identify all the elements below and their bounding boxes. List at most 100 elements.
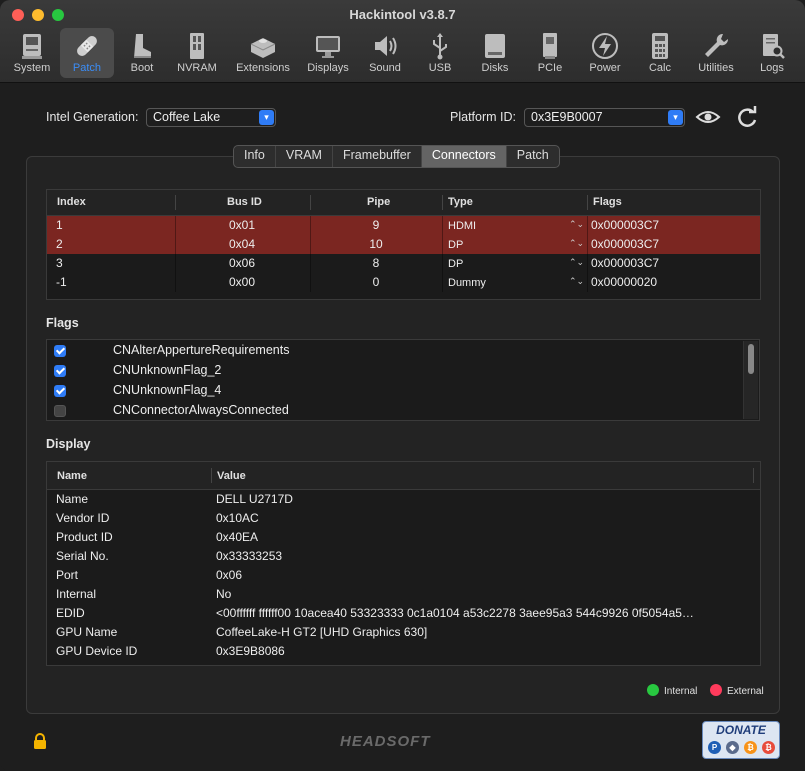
- tab-vram[interactable]: VRAM: [276, 146, 333, 167]
- up-down-arrows-icon[interactable]: ⌃⌄: [569, 219, 584, 230]
- flags-list: CNAlterAppertureRequirements CNUnknownFla…: [46, 339, 760, 421]
- toolbar-extensions[interactable]: Extensions: [233, 28, 293, 78]
- cell-type[interactable]: Dummy: [448, 277, 486, 289]
- intel-generation-value: Coffee Lake: [153, 110, 221, 124]
- cell-index: -1: [56, 275, 67, 289]
- table-row[interactable]: Serial No. 0x33333253: [47, 547, 747, 566]
- power-bolt-icon: [592, 33, 618, 59]
- table-row[interactable]: 3 0x06 8 DP ⌃⌄ 0x000003C7: [47, 254, 760, 273]
- toolbar-logs[interactable]: Logs: [745, 28, 799, 78]
- flags-section-title: Flags: [46, 316, 79, 330]
- flags-scrollbar[interactable]: [743, 341, 758, 419]
- list-item: CNConnectorAlwaysConnected: [47, 401, 747, 421]
- column-header-pipe[interactable]: Pipe: [367, 196, 390, 208]
- connectors-table: Index Bus ID Pipe Type Flags 1 0x01 9 HDMI ⌃…: [46, 189, 761, 300]
- toolbar-patch[interactable]: Patch: [60, 28, 114, 78]
- toolbar-displays[interactable]: Displays: [301, 28, 355, 78]
- lock-icon[interactable]: [32, 733, 48, 749]
- cell-flags: 0x000003C7: [591, 218, 660, 232]
- column-header-value[interactable]: Value: [217, 470, 246, 482]
- toolbar-usb[interactable]: USB: [413, 28, 467, 78]
- table-row[interactable]: 2 0x04 10 DP ⌃⌄ 0x000003C7: [47, 235, 760, 254]
- table-row[interactable]: Name DELL U2717D: [47, 490, 747, 509]
- table-row[interactable]: Internal No: [47, 585, 747, 604]
- calculator-icon: [652, 33, 668, 59]
- up-down-arrows-icon[interactable]: ⌃⌄: [569, 276, 584, 287]
- tab-connectors[interactable]: Connectors: [421, 146, 507, 167]
- bandage-icon: [77, 36, 97, 56]
- table-row[interactable]: Product ID 0x40EA: [47, 528, 747, 547]
- list-item: CNAlterAppertureRequirements: [47, 341, 747, 361]
- cell-flags: 0x000003C7: [591, 256, 660, 270]
- toolbar-boot-label: Boot: [130, 62, 154, 74]
- titlebar: Hackintool v3.8.7 System Patch Boot NVRA…: [0, 0, 805, 83]
- cell-bus-id: 0x06: [229, 256, 256, 270]
- refresh-icon[interactable]: [733, 104, 759, 130]
- flag-label: CNAlterAppertureRequirements: [113, 343, 290, 357]
- log-search-icon: [763, 34, 785, 59]
- toolbar-usb-label: USB: [428, 62, 452, 74]
- ethereum-icon: ◆: [726, 741, 739, 754]
- display-field-value: 0x40EA: [216, 530, 259, 544]
- column-header-type[interactable]: Type: [448, 196, 473, 208]
- disk-icon: [485, 34, 505, 58]
- toolbar-boot[interactable]: Boot: [115, 28, 169, 78]
- table-row[interactable]: Port 0x06: [47, 566, 747, 585]
- other-crypto-icon: ₿: [762, 741, 775, 754]
- toolbar-nvram-label: NVRAM: [177, 62, 217, 74]
- display-field-name: Vendor ID: [56, 511, 110, 525]
- cell-type[interactable]: HDMI: [448, 220, 476, 232]
- paypal-icon: P: [708, 741, 721, 754]
- display-table-header: Name Value: [47, 462, 760, 490]
- toolbar-calc-label: Calc: [648, 62, 671, 74]
- up-down-arrows-icon[interactable]: ⌃⌄: [569, 257, 584, 268]
- display-field-value: 0x10AC: [216, 511, 259, 525]
- toolbar-power[interactable]: Power: [578, 28, 632, 78]
- up-down-arrows-icon[interactable]: ⌃⌄: [569, 238, 584, 249]
- flag-checkbox[interactable]: [54, 405, 66, 417]
- donate-button[interactable]: DONATE P ◆ ₿ ₿: [702, 721, 780, 759]
- table-row[interactable]: Vendor ID 0x10AC: [47, 509, 747, 528]
- scrollbar-thumb[interactable]: [748, 344, 754, 374]
- toolbar-sound[interactable]: Sound: [358, 28, 412, 78]
- tab-info[interactable]: Info: [234, 146, 276, 167]
- cell-bus-id: 0x00: [229, 275, 256, 289]
- toolbar-nvram[interactable]: NVRAM: [170, 28, 224, 78]
- display-field-name: Name: [56, 492, 89, 506]
- table-row[interactable]: GPU Name CoffeeLake-H GT2 [UHD Graphics 6…: [47, 623, 747, 642]
- toolbar-utilities[interactable]: Utilities: [688, 28, 744, 78]
- intel-generation-select[interactable]: Coffee Lake ▾: [146, 108, 276, 127]
- toolbar-pcie[interactable]: PCIe: [523, 28, 577, 78]
- toolbar-system[interactable]: System: [5, 28, 59, 78]
- eye-icon[interactable]: [695, 109, 721, 125]
- table-row[interactable]: -1 0x00 0 Dummy ⌃⌄ 0x00000020: [47, 273, 760, 292]
- tab-patch[interactable]: Patch: [507, 146, 559, 167]
- table-row[interactable]: 1 0x01 9 HDMI ⌃⌄ 0x000003C7: [47, 216, 760, 235]
- platform-id-label: Platform ID:: [450, 110, 516, 124]
- flag-checkbox[interactable]: [54, 345, 66, 357]
- monitor-icon: [316, 36, 340, 58]
- column-header-flags[interactable]: Flags: [593, 196, 622, 208]
- toolbar-calc[interactable]: Calc: [633, 28, 687, 78]
- toolbar-sound-label: Sound: [369, 62, 401, 74]
- column-header-name[interactable]: Name: [57, 470, 87, 482]
- flag-checkbox[interactable]: [54, 385, 66, 397]
- cell-type[interactable]: DP: [448, 239, 463, 251]
- display-field-value: <00ffffff ffffff00 10acea40 53323333 0c1…: [216, 606, 694, 620]
- flag-checkbox[interactable]: [54, 365, 66, 377]
- cell-index: 2: [56, 237, 63, 251]
- table-row[interactable]: GPU Device ID 0x3E9B8086: [47, 642, 747, 661]
- memory-icon: [190, 33, 204, 59]
- intel-generation-label: Intel Generation:: [46, 110, 139, 124]
- column-header-index[interactable]: Index: [57, 196, 86, 208]
- display-field-value: DELL U2717D: [216, 492, 293, 506]
- cell-type[interactable]: DP: [448, 258, 463, 270]
- platform-id-select[interactable]: 0x3E9B0007 ▾: [524, 108, 685, 127]
- table-row[interactable]: EDID <00ffffff ffffff00 10acea40 53323333…: [47, 604, 747, 623]
- cell-pipe: 0: [372, 275, 380, 289]
- tab-framebuffer[interactable]: Framebuffer: [333, 146, 422, 167]
- toolbar-utilities-label: Utilities: [698, 62, 734, 74]
- column-header-bus-id[interactable]: Bus ID: [227, 196, 262, 208]
- toolbar-disks[interactable]: Disks: [468, 28, 522, 78]
- donate-label: DONATE: [716, 723, 766, 737]
